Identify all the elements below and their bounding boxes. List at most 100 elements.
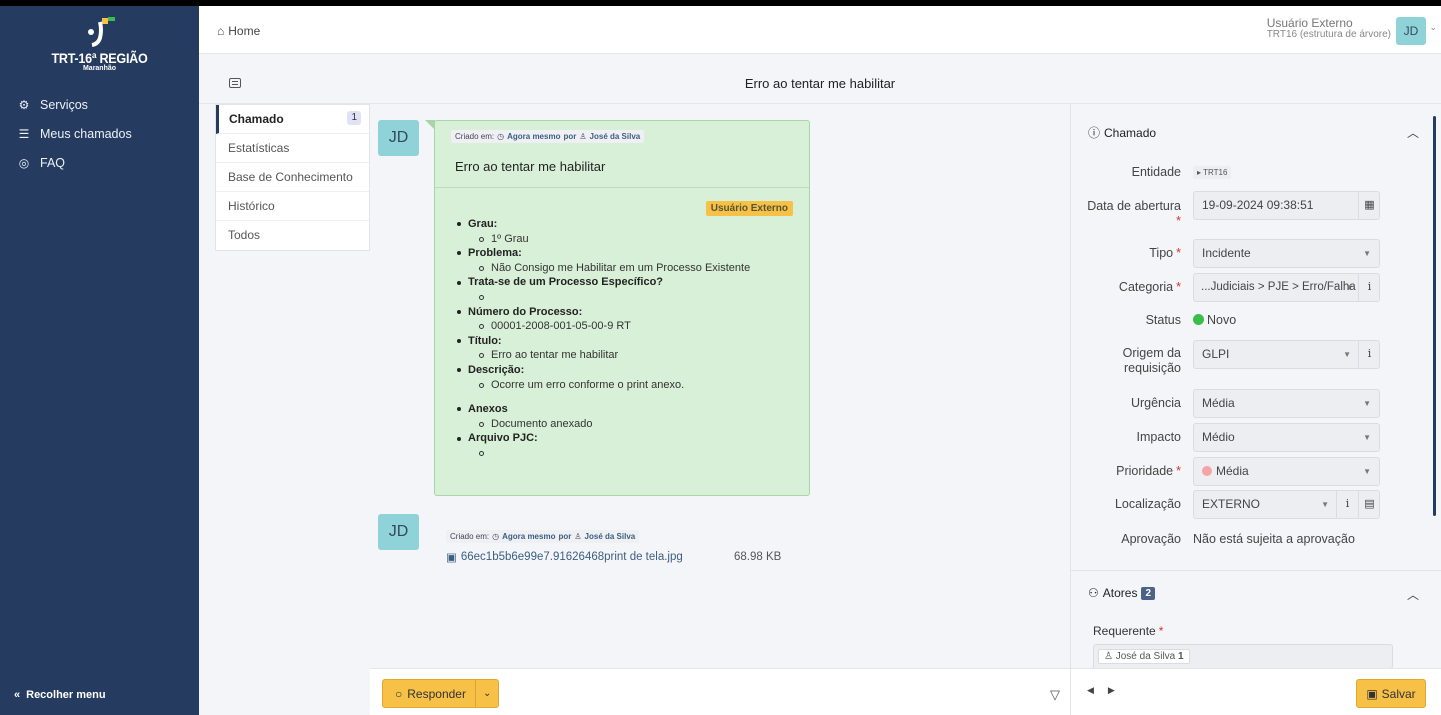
field-key: Arquivo PJC: [457,431,750,446]
app-window: TRT-16ª REGIÃO Maranhão ⚙ Serviços ☰ Meu… [0,6,1441,715]
logo[interactable]: TRT-16ª REGIÃO Maranhão [0,14,199,72]
field-key: Trata-se de um Processo Específico? [457,275,750,290]
localizacao-select[interactable]: EXTERNO ▼ i ▤ [1193,490,1380,519]
info-icon[interactable]: i [1336,490,1358,519]
data-abertura-label: Data de abertura * [1071,199,1181,229]
aprovacao-label: Aprovação [1121,532,1181,546]
info-icon[interactable]: i [1358,340,1380,369]
logo-subtitle: Maranhão [82,65,117,72]
status-dot-icon [1193,314,1204,325]
requerente-label: Requerente * [1093,624,1163,638]
field-value: Documento anexado [457,417,750,432]
field-value: 00001-2008-001-05-00-9 RT [457,319,750,334]
chevron-down-icon[interactable]: ⌄ [1429,22,1437,33]
tab-base-conhecimento[interactable]: Base de Conhecimento [216,163,369,192]
requester-tag[interactable]: ♙ José da Silva 1 [1098,649,1190,664]
speech-bubble-icon: ○ [395,686,403,701]
user-icon: ♙ [574,532,582,541]
select-value: GLPI [1202,347,1230,361]
filter-icon[interactable]: ▽ [1050,687,1060,703]
origem-select[interactable]: GLPI ▼ i [1193,340,1380,369]
section-chamado-header[interactable]: ⓘ Chamado [1088,124,1156,141]
services-icon: ⚙ [18,97,30,112]
label-text: Prioridade [1116,464,1174,478]
field-value [457,290,750,305]
select-value: EXTERNO [1202,497,1261,511]
clock-icon: ◷ [492,532,500,541]
sidebar-item-servicos[interactable]: ⚙ Serviços [0,90,199,119]
users-icon: ⚇ [1088,586,1099,600]
field-key: Descrição: [457,363,750,378]
info-icon[interactable]: i [1358,273,1380,302]
select-value: Incidente [1202,246,1251,260]
sidebar-item-label: FAQ [40,155,66,170]
chevron-down-icon[interactable]: ⌄ [476,688,498,699]
tab-historico[interactable]: Histórico [216,192,369,221]
timeline: JD Criado em: ◷ Agora mesmo por ♙ José d… [370,104,1070,668]
reply-button[interactable]: ○ Responder ⌄ [382,679,500,708]
user-icon: ♙ [579,132,587,141]
tab-estatisticas[interactable]: Estatísticas [216,134,369,163]
panel-scrollbar[interactable] [1433,116,1436,516]
faq-icon: ◎ [18,155,30,170]
home-icon: ⌂ [217,24,225,38]
tab-todos[interactable]: Todos [216,221,369,250]
categoria-select[interactable]: ...Judiciais > PJE > Erro/Falha ▼ i [1193,273,1380,302]
home-label: Home [228,24,261,38]
required-marker: * [1176,246,1181,260]
dropdown-arrow-icon: ▼ [1363,249,1371,258]
prioridade-select[interactable]: Média ▼ [1193,457,1380,486]
reply-main[interactable]: ○ Responder [383,680,476,707]
dropdown-arrow-icon: ▼ [1321,500,1329,509]
breadcrumb-home[interactable]: ⌂ Home [217,24,260,38]
select-value: Média [1216,464,1249,478]
requester-field[interactable]: ♙ José da Silva 1 [1093,644,1393,668]
user-info[interactable]: Usuário Externo TRT16 (estrutura de árvo… [1267,17,1391,40]
tab-chamado[interactable]: Chamado 1 [216,105,369,134]
document-size: 68.98 KB [734,551,782,563]
field-key: Problema: [457,246,750,261]
collapse-menu-button[interactable]: « Recolher menu [14,689,106,701]
nav-arrows[interactable]: ◀▶ [1087,685,1129,696]
document-link[interactable]: ▣ 66ec1b5b6e99e7.91626468print de tela.j… [446,550,683,564]
actors-count-badge: 2 [1141,586,1156,600]
clock-icon: ◷ [497,132,505,141]
save-button[interactable]: ▣ Salvar [1356,679,1426,708]
divider [435,187,809,188]
caret-right-icon[interactable]: ▶ [1108,685,1129,695]
by-label: por [558,532,572,541]
list-icon: ☰ [18,126,30,141]
map-icon[interactable]: ▤ [1358,490,1380,519]
ticket-content-bubble: Criado em: ◷ Agora mesmo por ♙ José da S… [425,120,810,496]
required-marker: * [1176,214,1181,228]
created-time: Agora mesmo [502,532,556,541]
date-field[interactable]: 19-09-2024 09:38:51 ▦ [1193,191,1380,220]
urgencia-select[interactable]: Média ▼ [1193,389,1380,418]
section-title: Atores [1102,586,1138,600]
tipo-select[interactable]: Incidente ▼ [1193,239,1380,268]
entidade-value[interactable]: ▸ TRT16 [1193,166,1232,179]
image-file-icon: ▣ [446,552,457,564]
user-avatar[interactable]: JD [1396,17,1426,45]
chevron-up-icon[interactable]: ︿ [1407,124,1419,141]
section-atores-header[interactable]: ⚇ Atores 2 [1088,586,1156,600]
document-filename: 66ec1b5b6e99e7.91626468print de tela.jpg [460,551,683,563]
sidebar-item-meus-chamados[interactable]: ☰ Meus chamados [0,119,199,148]
label-text: requisição [1124,361,1181,375]
field-value: Erro ao tentar me habilitar [457,348,750,363]
reply-label: Responder [407,686,466,701]
collapse-menu-label: Recolher menu [26,689,106,701]
ticket-tabs: Chamado 1 Estatísticas Base de Conhecime… [215,104,370,251]
caret-left-icon[interactable]: ◀ [1087,685,1108,695]
select-value: Média [1202,396,1235,410]
dropdown-arrow-icon: ▼ [1345,283,1353,292]
sidebar-item-faq[interactable]: ◎ FAQ [0,148,199,177]
chevron-up-icon[interactable]: ︿ [1407,586,1419,603]
field-key: Anexos [457,402,750,417]
author-name[interactable]: José da Silva [585,532,636,541]
impacto-select[interactable]: Médio ▼ [1193,423,1380,452]
calendar-icon[interactable]: ▦ [1358,191,1380,220]
author-name[interactable]: José da Silva [590,132,641,141]
avatar: JD [378,514,419,550]
label-text: Requerente [1093,624,1156,638]
